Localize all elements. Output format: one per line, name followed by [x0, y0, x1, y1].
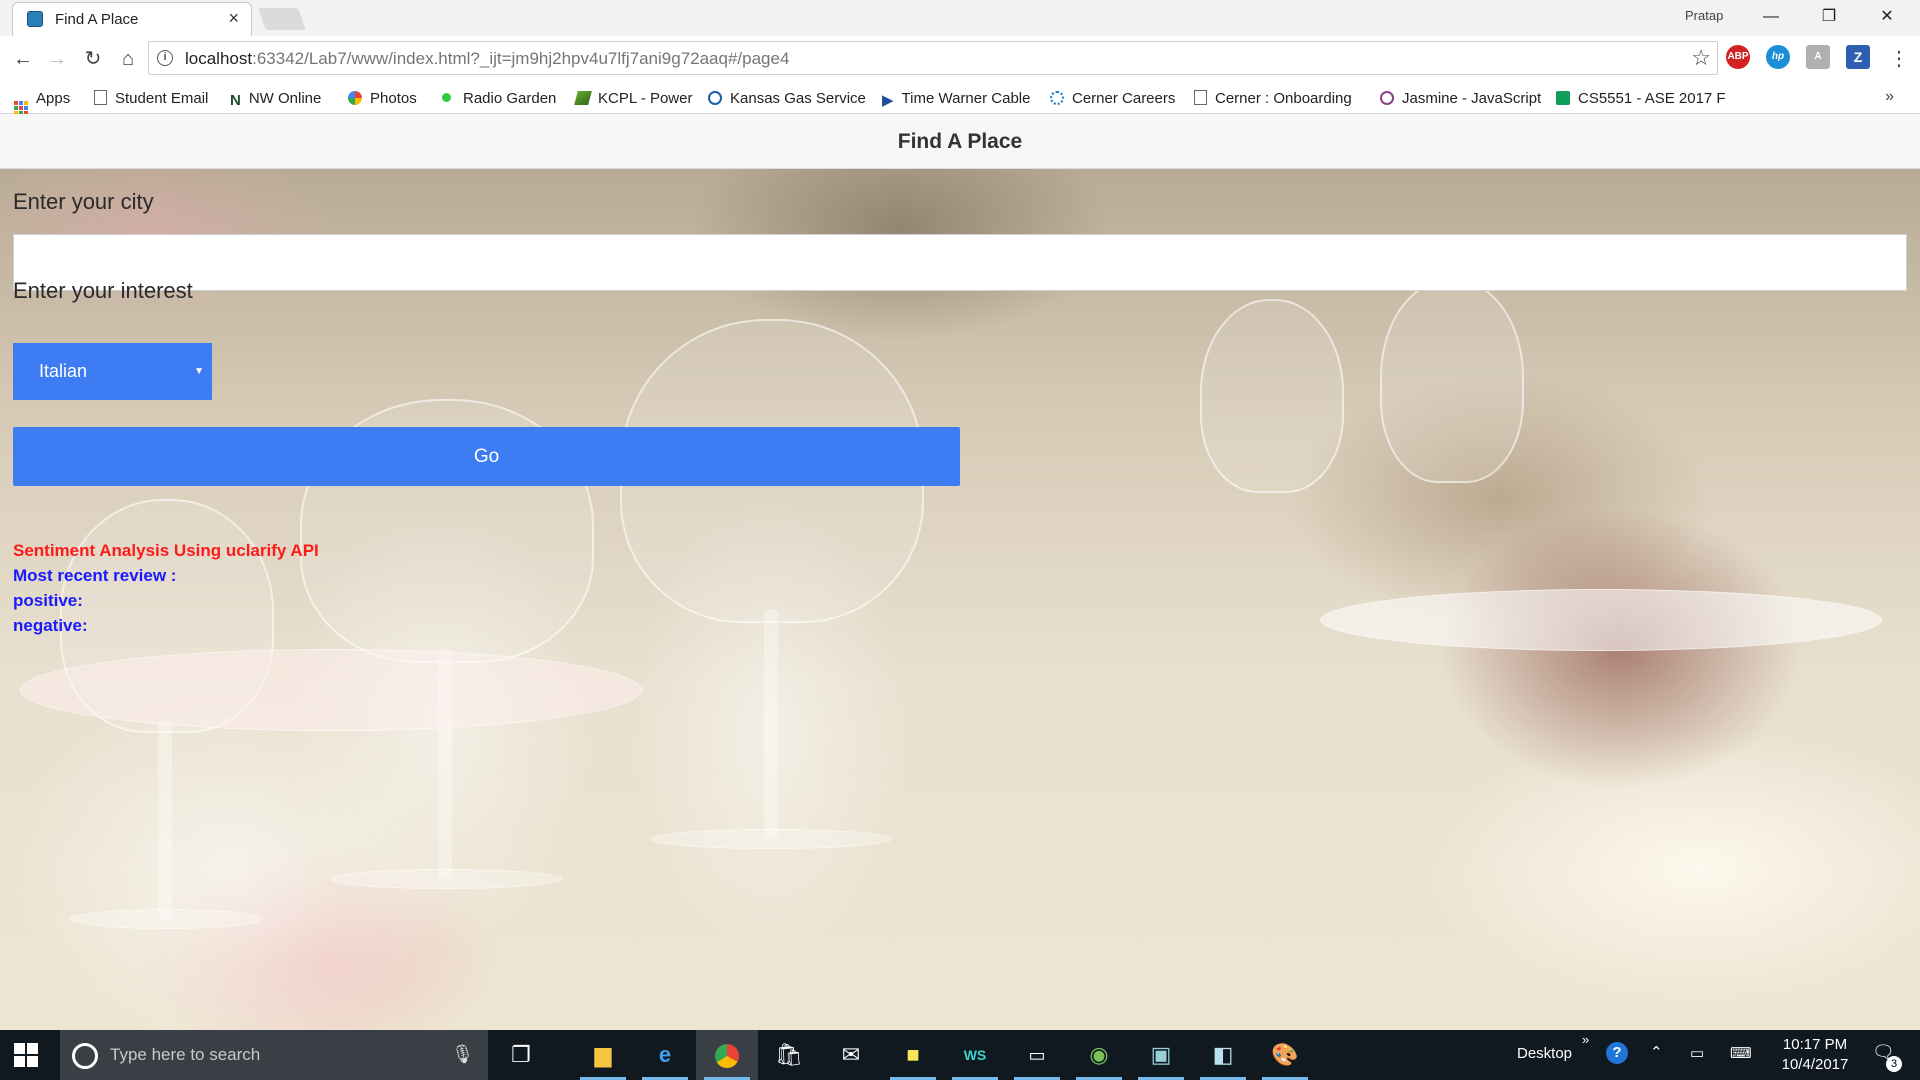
tab-title: Find A Place: [55, 11, 139, 28]
green-dot-icon: [442, 93, 451, 102]
reload-icon[interactable]: ↻: [78, 44, 108, 74]
mail-icon[interactable]: ✉: [820, 1030, 882, 1080]
negative-label: negative:: [13, 616, 88, 635]
page-title: Find A Place: [0, 114, 1920, 169]
new-tab-button[interactable]: [257, 8, 307, 30]
interest-select[interactable]: Italian ▼: [13, 343, 212, 400]
sentiment-title: Sentiment Analysis Using uclarify API: [13, 541, 319, 560]
keyboard-icon[interactable]: ⌨: [1730, 1044, 1752, 1062]
taskbar-search[interactable]: Type here to search 🎙: [60, 1030, 488, 1080]
address-bar[interactable]: i localhost:63342/Lab7/www/index.html?_i…: [148, 41, 1718, 75]
android-studio-icon[interactable]: ◉: [1068, 1030, 1130, 1080]
go-button[interactable]: Go: [13, 427, 960, 486]
windows-taskbar: Type here to search 🎙 ❐ ▆ e 🛍 ✉ ■ WS ▭ ◉…: [0, 1030, 1920, 1080]
city-label: Enter your city: [13, 189, 154, 214]
bookmark-cs5551[interactable]: CS5551 - ASE 2017 F: [1556, 90, 1728, 107]
clock-time: 10:17 PM: [1782, 1036, 1848, 1053]
desktop-toolbar-label[interactable]: Desktop: [1517, 1045, 1572, 1062]
bookmark-radio-garden[interactable]: Radio Garden: [442, 90, 556, 107]
n-logo-icon: N: [230, 92, 241, 109]
bookmark-nw-online[interactable]: N NW Online: [230, 90, 321, 109]
task-view-icon[interactable]: ❐: [490, 1030, 552, 1080]
bookmark-star-icon[interactable]: ☆: [1691, 45, 1711, 71]
adblock-plus-icon[interactable]: ABP: [1726, 45, 1750, 69]
close-window-icon[interactable]: ✕: [1858, 2, 1916, 32]
bookmark-photos[interactable]: Photos: [348, 90, 417, 107]
browser-toolbar: ← → ↻ ⌂ i localhost:63342/Lab7/www/index…: [0, 36, 1920, 82]
battery-icon[interactable]: ▭: [1690, 1044, 1704, 1062]
tab-strip: Find A Place × Pratap — ❐ ✕: [0, 0, 1920, 36]
bookmark-time-warner-cable[interactable]: ▶ Time Warner Cable: [882, 90, 1030, 109]
profile-name[interactable]: Pratap: [1685, 8, 1723, 23]
cerner-logo-icon: [1050, 91, 1064, 105]
app-window-icon[interactable]: ▣: [1130, 1030, 1192, 1080]
bookmark-student-email[interactable]: Student Email: [94, 90, 208, 107]
pinwheel-icon: [348, 91, 362, 105]
close-tab-icon[interactable]: ×: [228, 8, 239, 29]
taskbar-clock[interactable]: 10:17 PM 10/4/2017: [1770, 1035, 1860, 1075]
sheets-icon: [1556, 91, 1570, 105]
sticky-notes-icon[interactable]: ■: [882, 1030, 944, 1080]
home-icon[interactable]: ⌂: [113, 44, 143, 74]
file-explorer-icon[interactable]: ▆: [572, 1030, 634, 1080]
microphone-icon[interactable]: 🎙: [451, 1044, 474, 1065]
paint-icon[interactable]: 🎨: [1254, 1030, 1316, 1080]
forward-icon[interactable]: →: [42, 44, 72, 74]
show-hidden-icons-icon[interactable]: ⌃: [1650, 1043, 1663, 1061]
url-text[interactable]: localhost:63342/Lab7/www/index.html?_ijt…: [185, 49, 789, 69]
bookmarks-bar: Apps Student Email N NW Online Photos Rad…: [0, 82, 1920, 115]
apps-grid-icon: [14, 101, 28, 115]
help-icon[interactable]: ?: [1606, 1042, 1628, 1064]
zotero-icon[interactable]: Z: [1846, 45, 1870, 69]
menu-icon[interactable]: ⋮: [1884, 44, 1914, 74]
cortana-icon: [72, 1043, 98, 1069]
g-logo-icon: [708, 91, 722, 105]
page-icon: [94, 90, 107, 105]
chrome-icon[interactable]: [696, 1030, 758, 1080]
interest-selected-value: Italian: [39, 361, 88, 381]
bookmark-apps[interactable]: Apps: [14, 90, 70, 115]
bookmark-jasmine[interactable]: Jasmine - JavaScript: [1380, 90, 1541, 107]
store-icon[interactable]: 🛍: [758, 1030, 820, 1080]
bookmark-cerner-onboarding[interactable]: Cerner : Onboarding: [1194, 90, 1352, 107]
terminal-icon[interactable]: ▭: [1006, 1030, 1068, 1080]
chevron-right-icon[interactable]: »: [1582, 1032, 1589, 1047]
webstorm-favicon-icon: [27, 11, 43, 27]
back-icon[interactable]: ←: [8, 44, 38, 74]
recent-review-label: Most recent review :: [13, 566, 177, 585]
info-icon[interactable]: i: [157, 50, 173, 66]
webstorm-icon[interactable]: WS: [944, 1030, 1006, 1080]
bookmark-cerner-careers[interactable]: Cerner Careers: [1050, 90, 1175, 107]
jasmine-logo-icon: [1380, 91, 1394, 105]
caret-down-icon: ▼: [194, 366, 204, 377]
chevron-right-icon[interactable]: »: [1885, 88, 1894, 106]
search-placeholder: Type here to search: [110, 1045, 261, 1064]
play-arrow-icon: ▶: [882, 92, 894, 109]
snipping-tool-icon[interactable]: ◧: [1192, 1030, 1254, 1080]
edge-icon[interactable]: e: [634, 1030, 696, 1080]
windows-start-icon[interactable]: [14, 1043, 38, 1067]
page-icon: [1194, 90, 1207, 105]
minimize-icon[interactable]: —: [1742, 2, 1800, 32]
acrobat-icon[interactable]: A: [1806, 45, 1830, 69]
browser-tab[interactable]: Find A Place ×: [12, 2, 252, 36]
page-content: Enter your city Enter your interest Ital…: [0, 169, 1920, 1030]
notification-badge: 3: [1886, 1056, 1902, 1072]
bookmark-kansas-gas-service[interactable]: Kansas Gas Service: [708, 90, 866, 107]
hp-icon[interactable]: hp: [1766, 45, 1790, 69]
interest-label: Enter your interest: [13, 278, 193, 303]
city-input[interactable]: [13, 234, 1907, 291]
positive-label: positive:: [13, 591, 83, 610]
restore-icon[interactable]: ❐: [1800, 2, 1858, 32]
bookmark-kcpl-power[interactable]: KCPL - Power: [574, 90, 692, 107]
clock-date: 10/4/2017: [1781, 1056, 1849, 1073]
kcpl-logo-icon: [574, 91, 592, 105]
